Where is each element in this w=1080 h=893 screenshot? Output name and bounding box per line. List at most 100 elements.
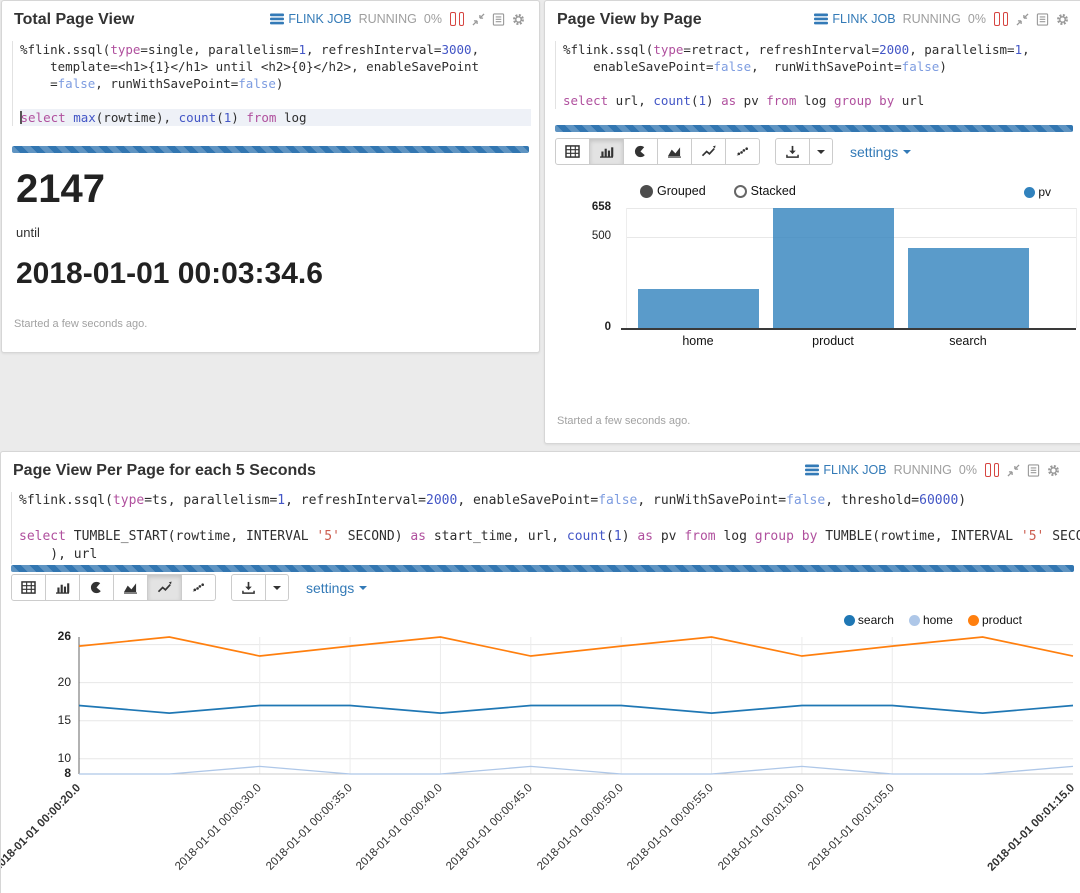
code-editor[interactable]: %flink.ssql(type=single, parallelism=1, … [12,41,531,126]
paragraph-title: Total Page View [14,11,135,28]
job-state-label: RUNNING [358,12,417,26]
download-button[interactable] [775,138,810,165]
job-progress-label: 0% [967,12,986,26]
code-line: select TUMBLE_START(rowtime, INTERVAL '5… [19,529,1080,544]
job-state-label: RUNNING [893,463,952,477]
x-axis-tick-label: 2018-01-01 00:01:00.0 [715,782,807,873]
bar-chart-button[interactable] [45,574,80,601]
collapse-icon[interactable] [472,12,485,26]
bar-search [907,247,1029,328]
y-axis-tick-label: 20 [57,674,71,689]
paragraph-header: Page View by Page FLINK JOB RUNNING 0% [557,11,1069,33]
x-axis-labels: 2018-01-01 00:00:30.0 2018-01-01 00:00:35… [1,776,1080,893]
table-view-button[interactable] [555,138,590,165]
job-progress-bar [555,125,1073,132]
x-axis-tick-label: 2018-01-01 00:00:35.0 [263,782,355,873]
stacked-radio[interactable]: Stacked [733,184,796,198]
report-icon[interactable] [1036,12,1049,26]
code-line: %flink.ssql(type=ts, parallelism=1, refr… [19,493,967,508]
paragraph-header: Total Page View FLINK JOB RUNNING 0% [14,11,525,33]
area-chart-button[interactable] [113,574,148,601]
gear-icon[interactable] [1056,13,1069,26]
pause-icon[interactable] [994,12,1008,26]
settings-link[interactable]: settings [306,580,368,596]
caret-down-icon [903,149,912,154]
line-chart-button[interactable] [147,574,182,601]
legend-label: pv [1038,185,1051,199]
legend-item-home[interactable]: home [908,613,953,627]
flink-job-link[interactable]: FLINK JOB [270,12,352,26]
report-icon[interactable] [1027,463,1040,477]
x-axis-category-label: search [949,334,987,348]
flink-job-link[interactable]: FLINK JOB [805,463,887,477]
download-caret-button[interactable] [809,138,833,165]
y-axis-tick-label: 15 [57,712,71,727]
bar-chart-button[interactable] [589,138,624,165]
started-ago-text: Started a few seconds ago. [14,318,148,330]
legend-label: home [922,613,953,627]
collapse-icon[interactable] [1007,463,1020,477]
bar-mode-options: Grouped Stacked [640,184,824,198]
collapse-icon[interactable] [1016,12,1029,26]
line-chart: 8 10 15 20 26 [1,629,1080,780]
code-line: select url, count(1) as pv from log grou… [563,93,925,108]
bar-home [637,288,759,328]
y-axis-tick-label: 10 [57,750,71,765]
gridline [1076,208,1077,328]
chart-toolbar: settings [555,138,912,165]
legend-item-search[interactable]: search [843,613,894,627]
download-caret-button[interactable] [265,574,289,601]
x-axis-line [621,328,1076,330]
grouped-radio-label: Grouped [657,184,706,198]
job-state-label: RUNNING [902,12,961,26]
code-line: template=<h1>{1}</h1> until <h2>{0}</h2>… [20,59,480,74]
table-view-button[interactable] [11,574,46,601]
download-button[interactable] [231,574,266,601]
legend-item-pv[interactable]: pv [1024,185,1051,199]
x-axis-tick-label: 2018-01-01 00:01:15.0 [985,782,1078,874]
radio-selected-icon [640,184,653,198]
gear-icon[interactable] [1047,464,1060,477]
paragraph-status: FLINK JOB RUNNING 0% [805,463,1060,477]
report-icon[interactable] [492,12,505,26]
x-axis-category-label: product [812,334,854,348]
x-axis-tick-label: 2018-01-01 00:00:50.0 [534,782,626,873]
pause-icon[interactable] [450,12,464,26]
flink-job-link[interactable]: FLINK JOB [814,12,896,26]
job-progress-bar [11,565,1074,572]
scatter-chart-button[interactable] [725,138,760,165]
legend-dot [843,614,855,626]
y-axis-tick-label: 500 [591,229,611,242]
gear-icon[interactable] [512,13,525,26]
pie-chart-button[interactable] [623,138,658,165]
settings-link[interactable]: settings [850,144,912,160]
code-editor[interactable]: %flink.ssql(type=ts, parallelism=1, refr… [11,492,1080,564]
line-chart-button[interactable] [691,138,726,165]
bar-chart: 0 500 658 home product search [553,201,1077,353]
radio-unselected-icon [733,184,747,198]
grouped-radio[interactable]: Grouped [640,184,706,198]
started-ago-text: Started a few seconds ago. [557,415,691,427]
line-chart-legend: search home product [843,613,1022,627]
legend-label: product [981,613,1022,627]
code-editor[interactable]: %flink.ssql(type=retract, refreshInterva… [555,41,1075,109]
area-chart-button[interactable] [657,138,692,165]
paragraph-status: FLINK JOB RUNNING 0% [270,12,525,26]
result-count: 2147 [16,167,105,211]
legend-dot [967,614,979,626]
gridline [626,208,627,328]
y-axis-tick-label: 26 [57,629,71,643]
scatter-chart-button[interactable] [181,574,216,601]
paragraph-page-view-by-page: Page View by Page FLINK JOB RUNNING 0% %… [544,0,1080,444]
x-axis-category-label: home [682,334,714,348]
chart-type-button-group [11,574,216,601]
x-axis-tick-label: 2018-01-01 00:00:40.0 [354,782,445,873]
y-axis-tick-label: 0 [604,321,611,333]
pause-icon[interactable] [985,463,999,477]
legend-item-product[interactable]: product [967,613,1022,627]
pie-chart-button[interactable] [79,574,114,601]
chart-type-button-group [555,138,760,165]
line-series-product [78,636,1074,657]
flink-job-icon [814,13,829,25]
